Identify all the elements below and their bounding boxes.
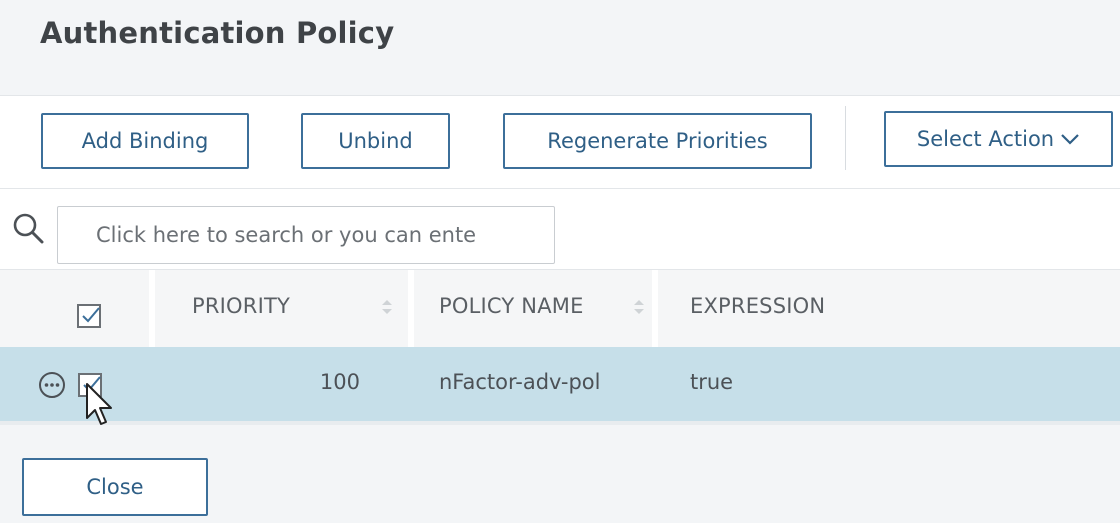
title-bar: Authentication Policy (0, 0, 1120, 96)
column-divider (652, 270, 658, 347)
select-all-checkbox[interactable] (77, 304, 101, 328)
regenerate-priorities-button[interactable]: Regenerate Priorities (503, 113, 812, 169)
checkmark-icon (82, 307, 100, 323)
add-binding-button[interactable]: Add Binding (41, 113, 249, 169)
cell-policy-name: nFactor-adv-pol (439, 370, 601, 394)
sort-icon[interactable] (381, 295, 393, 319)
sort-icon[interactable] (633, 295, 645, 319)
footer: Close (0, 425, 1120, 523)
chevron-down-icon (1061, 134, 1079, 145)
search-row (0, 188, 1120, 270)
toolbar: Add Binding Unbind Regenerate Priorities… (0, 96, 1120, 188)
table-header: PRIORITY POLICY NAME EXPRESSION (0, 270, 1120, 347)
search-icon[interactable] (12, 212, 44, 244)
cell-priority: 100 (319, 370, 360, 394)
select-action-dropdown[interactable]: Select Action (884, 111, 1113, 167)
toolbar-divider (845, 106, 846, 170)
select-all-cell (0, 270, 155, 347)
column-header-policy-name[interactable]: POLICY NAME (439, 294, 584, 318)
column-header-expression[interactable]: EXPRESSION (690, 294, 825, 318)
column-header-priority[interactable]: PRIORITY (192, 294, 290, 318)
cell-expression: true (690, 370, 734, 394)
search-input[interactable] (57, 206, 555, 264)
more-options-icon[interactable] (38, 371, 66, 399)
column-divider (408, 270, 414, 347)
select-action-label: Select Action (916, 127, 1055, 151)
table-row[interactable]: 100 nFactor-adv-pol true (0, 347, 1120, 421)
unbind-button[interactable]: Unbind (301, 113, 450, 169)
close-button[interactable]: Close (22, 458, 208, 516)
mouse-cursor-icon (86, 383, 112, 425)
page-title: Authentication Policy (40, 16, 395, 50)
